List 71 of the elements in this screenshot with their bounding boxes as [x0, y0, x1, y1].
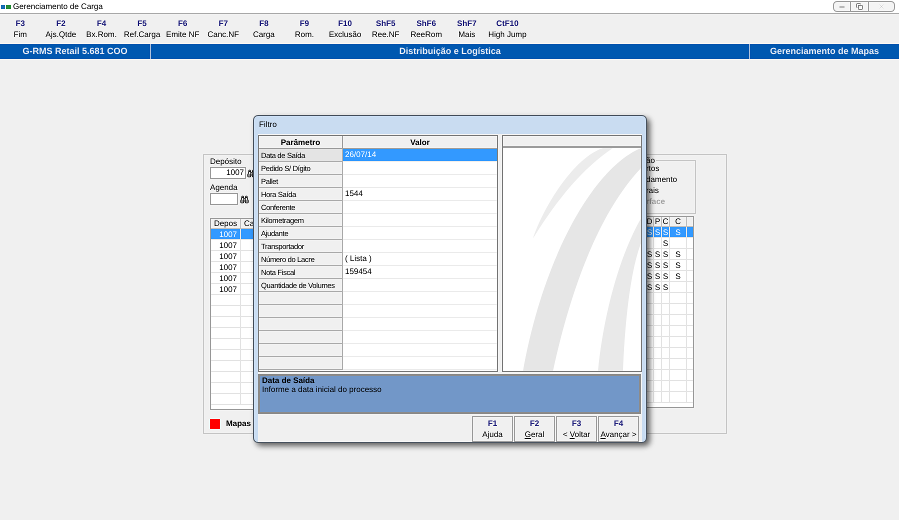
table-cell: S: [662, 261, 668, 270]
toolbar-button[interactable]: F8 Carga: [244, 18, 284, 40]
deposito-field[interactable]: 1007: [210, 167, 246, 179]
dialog-title: Filtro: [258, 119, 278, 131]
column-header: Parâmetro: [259, 136, 343, 148]
option-label[interactable]: damento: [646, 175, 695, 185]
search-icon[interactable]: [240, 194, 249, 204]
column-header: Depos: [211, 219, 241, 228]
toolbar-button[interactable]: F5 Ref.Carga: [122, 18, 162, 40]
field-label: Agenda: [210, 183, 239, 192]
header-title: Gerenciamento de Mapas: [768, 44, 880, 58]
toolbar-button[interactable]: CtF10 High Jump: [487, 18, 528, 40]
table-cell: S: [662, 272, 668, 281]
table-cell: S: [662, 228, 668, 237]
table-cell: S: [654, 272, 660, 281]
table-cell: S: [675, 261, 681, 270]
table-cell: 1007: [211, 240, 241, 250]
column-header: C: [670, 217, 687, 226]
logo-icon: [1, 4, 11, 10]
window-title: Gerenciamento de Carga: [13, 0, 103, 12]
toolbar-button[interactable]: F9 Rom.: [284, 18, 325, 40]
toolbar-button[interactable]: ShF6 ReeRom: [406, 18, 447, 40]
table-cell: 1007: [211, 251, 241, 261]
value-cell[interactable]: ( Lista ): [345, 253, 372, 265]
table-cell: S: [654, 228, 660, 237]
legend-label: Mapas: [226, 418, 251, 430]
table-cell: S: [662, 239, 668, 248]
dialog-button[interactable]: F3 < Voltar: [556, 416, 597, 442]
column-header: C: [662, 217, 670, 226]
table-cell: S: [646, 272, 652, 281]
table-cell: S: [675, 272, 681, 281]
minimize-button[interactable]: [833, 1, 851, 12]
table-cell: S: [654, 250, 660, 259]
toolbar-button[interactable]: F7 Canc.NF: [202, 18, 244, 40]
header-title: G-RMS Retail 5.681 COO: [0, 44, 151, 59]
dialog-button[interactable]: F4 Avançar >: [598, 416, 639, 442]
table-cell: 1007: [211, 229, 241, 239]
toolbar-button[interactable]: F4 Bx.Rom.: [81, 18, 122, 40]
restore-button[interactable]: [851, 1, 869, 12]
agenda-field[interactable]: [210, 193, 238, 205]
table-cell: 1007: [211, 262, 241, 272]
table-cell: S: [646, 228, 652, 237]
toolbar-button[interactable]: ShF5 Ree.NF: [365, 18, 406, 40]
table-cell: S: [654, 261, 660, 270]
toolbar-button[interactable]: ShF7 Mais: [446, 18, 488, 40]
toolbar-button[interactable]: F2 Ajs.Qtde: [40, 18, 82, 40]
column-header: Valor: [409, 137, 431, 148]
description-text: Informe a data inicial do processo: [262, 385, 383, 394]
column-header: P: [654, 217, 662, 226]
table-cell: S: [654, 283, 660, 292]
table-cell: S: [646, 261, 652, 270]
table-cell: S: [662, 283, 668, 292]
dialog-button[interactable]: F2 Geral: [514, 416, 555, 442]
value-cell[interactable]: 1544: [345, 188, 363, 200]
table-cell: 1007: [211, 284, 241, 294]
table-cell: S: [646, 283, 652, 292]
dialog-button[interactable]: F1 Ajuda: [472, 416, 513, 442]
restore-icon: [856, 3, 863, 10]
table-cell: S: [646, 250, 652, 259]
header-title: Distribuição e Logística: [151, 44, 750, 59]
table-cell: 1007: [211, 273, 241, 283]
table-cell: S: [675, 250, 681, 259]
table-cell: S: [675, 228, 681, 237]
description-title: Data de Saída: [262, 376, 316, 385]
field-label: Depósito: [210, 157, 243, 166]
value-cell[interactable]: 159454: [345, 266, 372, 278]
toolbar-button[interactable]: F3 Fim: [0, 18, 41, 40]
table-cell: S: [662, 250, 668, 259]
toolbar-button[interactable]: F10 Exclusão: [324, 18, 366, 40]
toolbar-button[interactable]: F6 Emite NF: [162, 18, 203, 40]
close-icon: [878, 3, 885, 10]
